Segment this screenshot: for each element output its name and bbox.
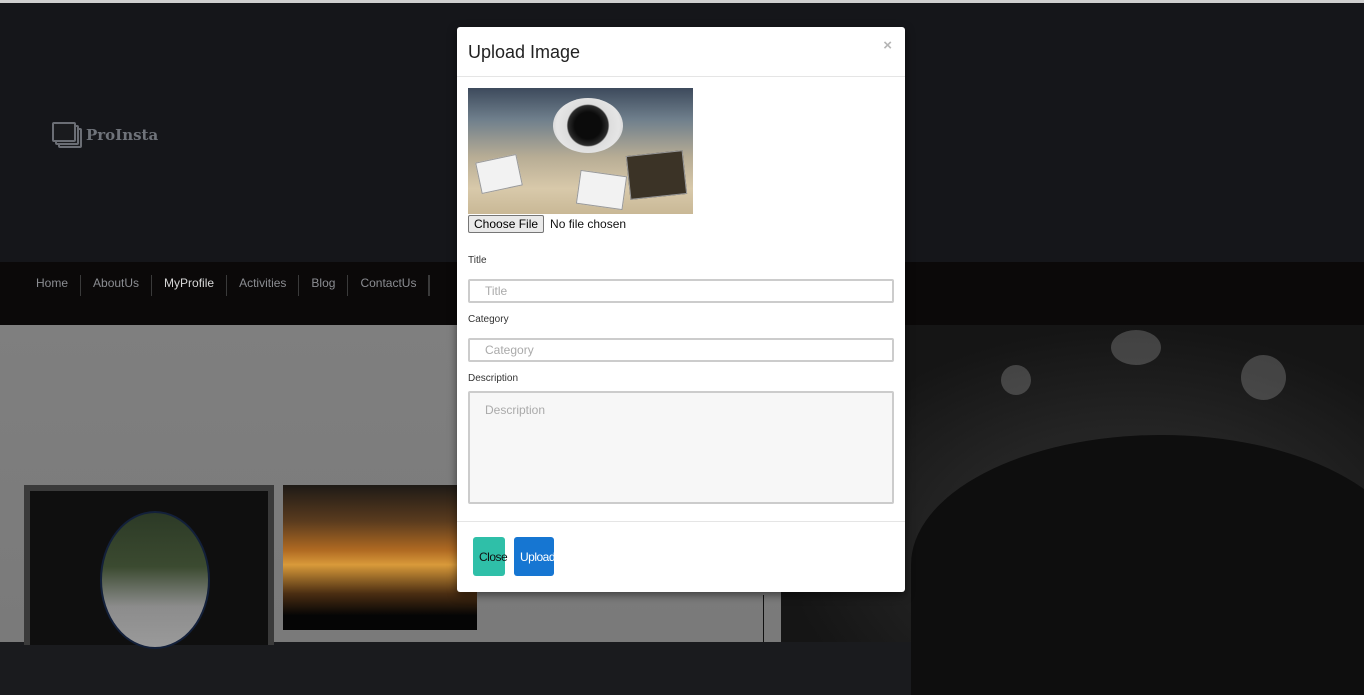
image-preview [468, 88, 693, 214]
category-input[interactable] [468, 338, 894, 362]
file-status: No file chosen [550, 217, 627, 231]
title-input[interactable] [468, 279, 894, 303]
upload-image-modal: Upload Image × Choose File No file chose… [457, 27, 905, 592]
category-label: Category [468, 314, 509, 325]
upload-button[interactable]: Upload [514, 537, 556, 576]
file-picker: Choose File No file chosen [468, 215, 626, 233]
description-textarea[interactable] [468, 391, 894, 504]
modal-footer: Close Upload [457, 521, 905, 593]
close-button[interactable]: Close [473, 537, 508, 576]
modal-title: Upload Image [468, 42, 581, 62]
close-icon[interactable]: × [883, 37, 892, 54]
title-label: Title [468, 255, 487, 266]
camera-image [553, 98, 623, 153]
description-label: Description [468, 373, 519, 384]
modal-header: Upload Image × [457, 27, 905, 77]
choose-file-button[interactable]: Choose File [468, 215, 545, 233]
